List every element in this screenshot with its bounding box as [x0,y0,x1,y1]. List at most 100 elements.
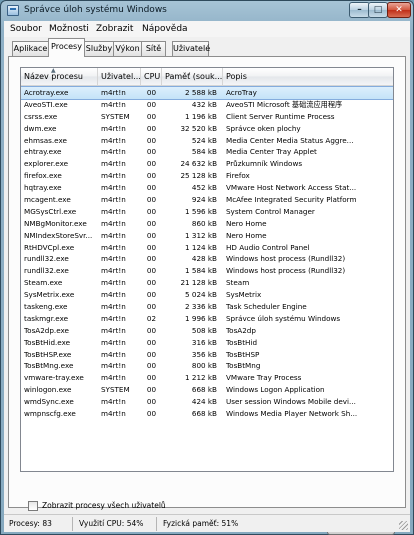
process-cpu-cell: 00 [146,290,157,300]
table-row[interactable]: TosA2dp.exe m4rt!n 00 508 kB TosA2dp [21,325,393,337]
table-row[interactable]: vmware-tray.exe m4rt!n 00 1 212 kB VMware Tr… [21,372,393,384]
process-name-cell: rundll32.exe [24,254,69,264]
table-row[interactable]: csrss.exe SYSTEM 00 1 196 kB Client Server R… [21,111,393,123]
tab-uzivatele[interactable]: Uživatelé [172,41,210,56]
status-bar: Procesy: 83 Využití CPU: 54% Fyzická pam… [4,514,410,532]
menu-soubor[interactable]: Soubor [10,24,42,34]
table-row[interactable]: ehmsas.exe m4rt!n 00 524 kB Media Center Med… [21,135,393,147]
menu-moznosti[interactable]: Možnosti [49,24,89,34]
process-description-cell: TosBtHid [226,337,258,347]
show-all-users-checkbox[interactable] [28,501,38,511]
column-header-user[interactable]: Uživatel... [98,68,141,86]
process-user-cell: m4rt!n [101,337,126,347]
process-name-cell: dwm.exe [24,123,57,133]
process-memory-cell: 424 kB [191,397,217,407]
table-row[interactable]: TosBtHid.exe m4rt!n 00 316 kB TosBtHid [21,337,393,349]
client-area: Soubor Možnosti Zobrazit Nápověda Aplika… [4,21,410,535]
table-row[interactable]: SysMetrix.exe m4rt!n 00 5 024 kB SysMetrix [21,289,393,301]
process-cpu-cell: 00 [146,183,157,193]
table-row[interactable]: ehtray.exe m4rt!n 00 584 kB Media Center Tra… [21,146,393,158]
process-user-cell: m4rt!n [101,361,126,371]
process-cpu-cell: 00 [146,325,157,335]
process-name-cell: NMIndexStoreSvr... [24,230,93,240]
column-header-row: ▲ Název procesu Uživatel... CPU Paměť (s… [21,68,393,86]
process-cpu-cell: 00 [146,337,157,347]
column-header-description[interactable]: Popis [223,68,393,86]
process-user-cell: m4rt!n [101,349,126,359]
column-header-cpu[interactable]: CPU [141,68,162,86]
table-row[interactable]: taskeng.exe m4rt!n 00 2 336 kB Task Schedule… [21,301,393,313]
process-memory-cell: 800 kB [191,361,217,371]
process-memory-cell: 32 520 kB [180,123,217,133]
process-user-cell: m4rt!n [101,88,126,97]
table-row[interactable]: firefox.exe m4rt!n 00 25 128 kB Firefox [21,170,393,182]
process-description-cell: Správce úloh systému Windows [226,313,341,323]
tab-aplikace[interactable]: Aplikace [12,41,49,56]
table-row[interactable]: NMBgMonitor.exe m4rt!n 00 860 kB Nero Home [21,218,393,230]
column-header-name[interactable]: ▲ Název procesu [21,68,98,86]
tab-vykon[interactable]: Výkon [113,41,142,56]
table-row[interactable]: taskmgr.exe m4rt!n 02 1 996 kB Správce úloh … [21,313,393,325]
process-user-cell: m4rt!n [101,254,126,264]
table-row[interactable]: explorer.exe m4rt!n 00 24 632 kB Průzkumník … [21,158,393,170]
status-process-count: Procesy: 83 [9,519,52,528]
table-row[interactable]: RtHDVCpl.exe m4rt!n 00 1 124 kB HD Audio Con… [21,242,393,254]
table-row[interactable]: winlogon.exe SYSTEM 00 668 kB Windows Logon … [21,384,393,396]
process-user-cell: m4rt!n [101,242,126,252]
menu-zobrazit[interactable]: Zobrazit [96,24,133,34]
process-list[interactable]: ▲ Název procesu Uživatel... CPU Paměť (s… [20,67,394,472]
process-cpu-cell: 00 [146,302,157,312]
table-row[interactable]: MGSysCtrl.exe m4rt!n 00 1 596 kB System Cont… [21,206,393,218]
process-name-cell: winlogon.exe [24,385,72,395]
process-name-cell: taskmgr.exe [24,313,69,323]
process-memory-cell: 25 128 kB [180,171,217,181]
process-memory-cell: 668 kB [191,409,217,419]
process-name-cell: ehtray.exe [24,147,62,157]
table-row[interactable]: AveoSTI.exe m4rt!n 00 432 kB AveoSTI Microso… [21,99,393,111]
table-row[interactable]: wmpnscfg.exe m4rt!n 00 668 kB Windows Media … [21,408,393,420]
maximize-button[interactable]: □ [368,2,388,18]
process-name-cell: ehmsas.exe [24,135,67,145]
title-bar[interactable]: Správce úloh systému Windows – □ ✕ [1,1,413,21]
process-user-cell: SYSTEM [101,111,130,121]
process-name-cell: firefox.exe [24,171,62,181]
process-description-cell: Media Center Media Status Aggre... [226,135,354,145]
process-user-cell: m4rt!n [101,409,126,419]
minimize-button[interactable]: – [349,2,370,18]
process-description-cell: Windows Media Player Network Sh... [226,409,358,419]
table-row[interactable]: rundll32.exe m4rt!n 00 1 584 kB Windows host… [21,265,393,277]
process-memory-cell: 2 336 kB [185,302,217,312]
table-row[interactable]: dwm.exe m4rt!n 00 32 520 kB Správce oken plo… [21,123,393,135]
table-row[interactable]: NMIndexStoreSvr... m4rt!n 00 1 312 kB Nero H… [21,230,393,242]
process-description-cell: Správce oken plochy [226,123,301,133]
process-cpu-cell: 00 [146,99,157,109]
process-name-cell: wmpnscfg.exe [24,409,76,419]
tab-site[interactable]: Sítě [141,41,166,56]
process-description-cell: Nero Home [226,218,267,228]
close-button[interactable]: ✕ [387,2,411,18]
tab-procesy[interactable]: Procesy [48,38,85,57]
processes-panel: ▲ Název procesu Uživatel... CPU Paměť (s… [8,56,406,535]
status-separator [72,517,73,531]
process-user-cell: m4rt!n [101,206,126,216]
process-user-cell: m4rt!n [101,147,126,157]
table-row[interactable]: Steam.exe m4rt!n 00 21 128 kB Steam [21,277,393,289]
column-header-memory[interactable]: Paměť (souk... [162,68,223,86]
process-user-cell: m4rt!n [101,373,126,383]
table-row[interactable]: TosBtMng.exe m4rt!n 00 800 kB TosBtMng [21,360,393,372]
process-name-cell: explorer.exe [24,159,69,169]
process-description-cell: AcroTray [226,88,257,97]
table-row[interactable]: hqtray.exe m4rt!n 00 452 kB VMware Host Netw… [21,182,393,194]
table-row[interactable]: rundll32.exe m4rt!n 00 428 kB Windows host p… [21,253,393,265]
table-row[interactable]: TosBtHSP.exe m4rt!n 00 356 kB TosBtHSP [21,349,393,361]
resize-grip[interactable] [399,521,408,530]
menu-napoveda[interactable]: Nápověda [142,24,188,34]
process-memory-cell: 452 kB [191,183,217,193]
tab-sluzby[interactable]: Služby [84,41,114,56]
process-description-cell: SysMetrix [226,290,262,300]
tab-strip: Aplikace Procesy Služby Výkon Sítě Uživa… [4,38,410,57]
table-row[interactable]: mcagent.exe m4rt!n 00 924 kB McAfee Integrat… [21,194,393,206]
table-row[interactable]: wmdSync.exe m4rt!n 00 424 kB User session Wi… [21,396,393,408]
process-memory-cell: 5 024 kB [185,290,217,300]
table-row[interactable]: Acrotray.exe m4rt!n 00 2 588 kB AcroTray [21,86,393,100]
